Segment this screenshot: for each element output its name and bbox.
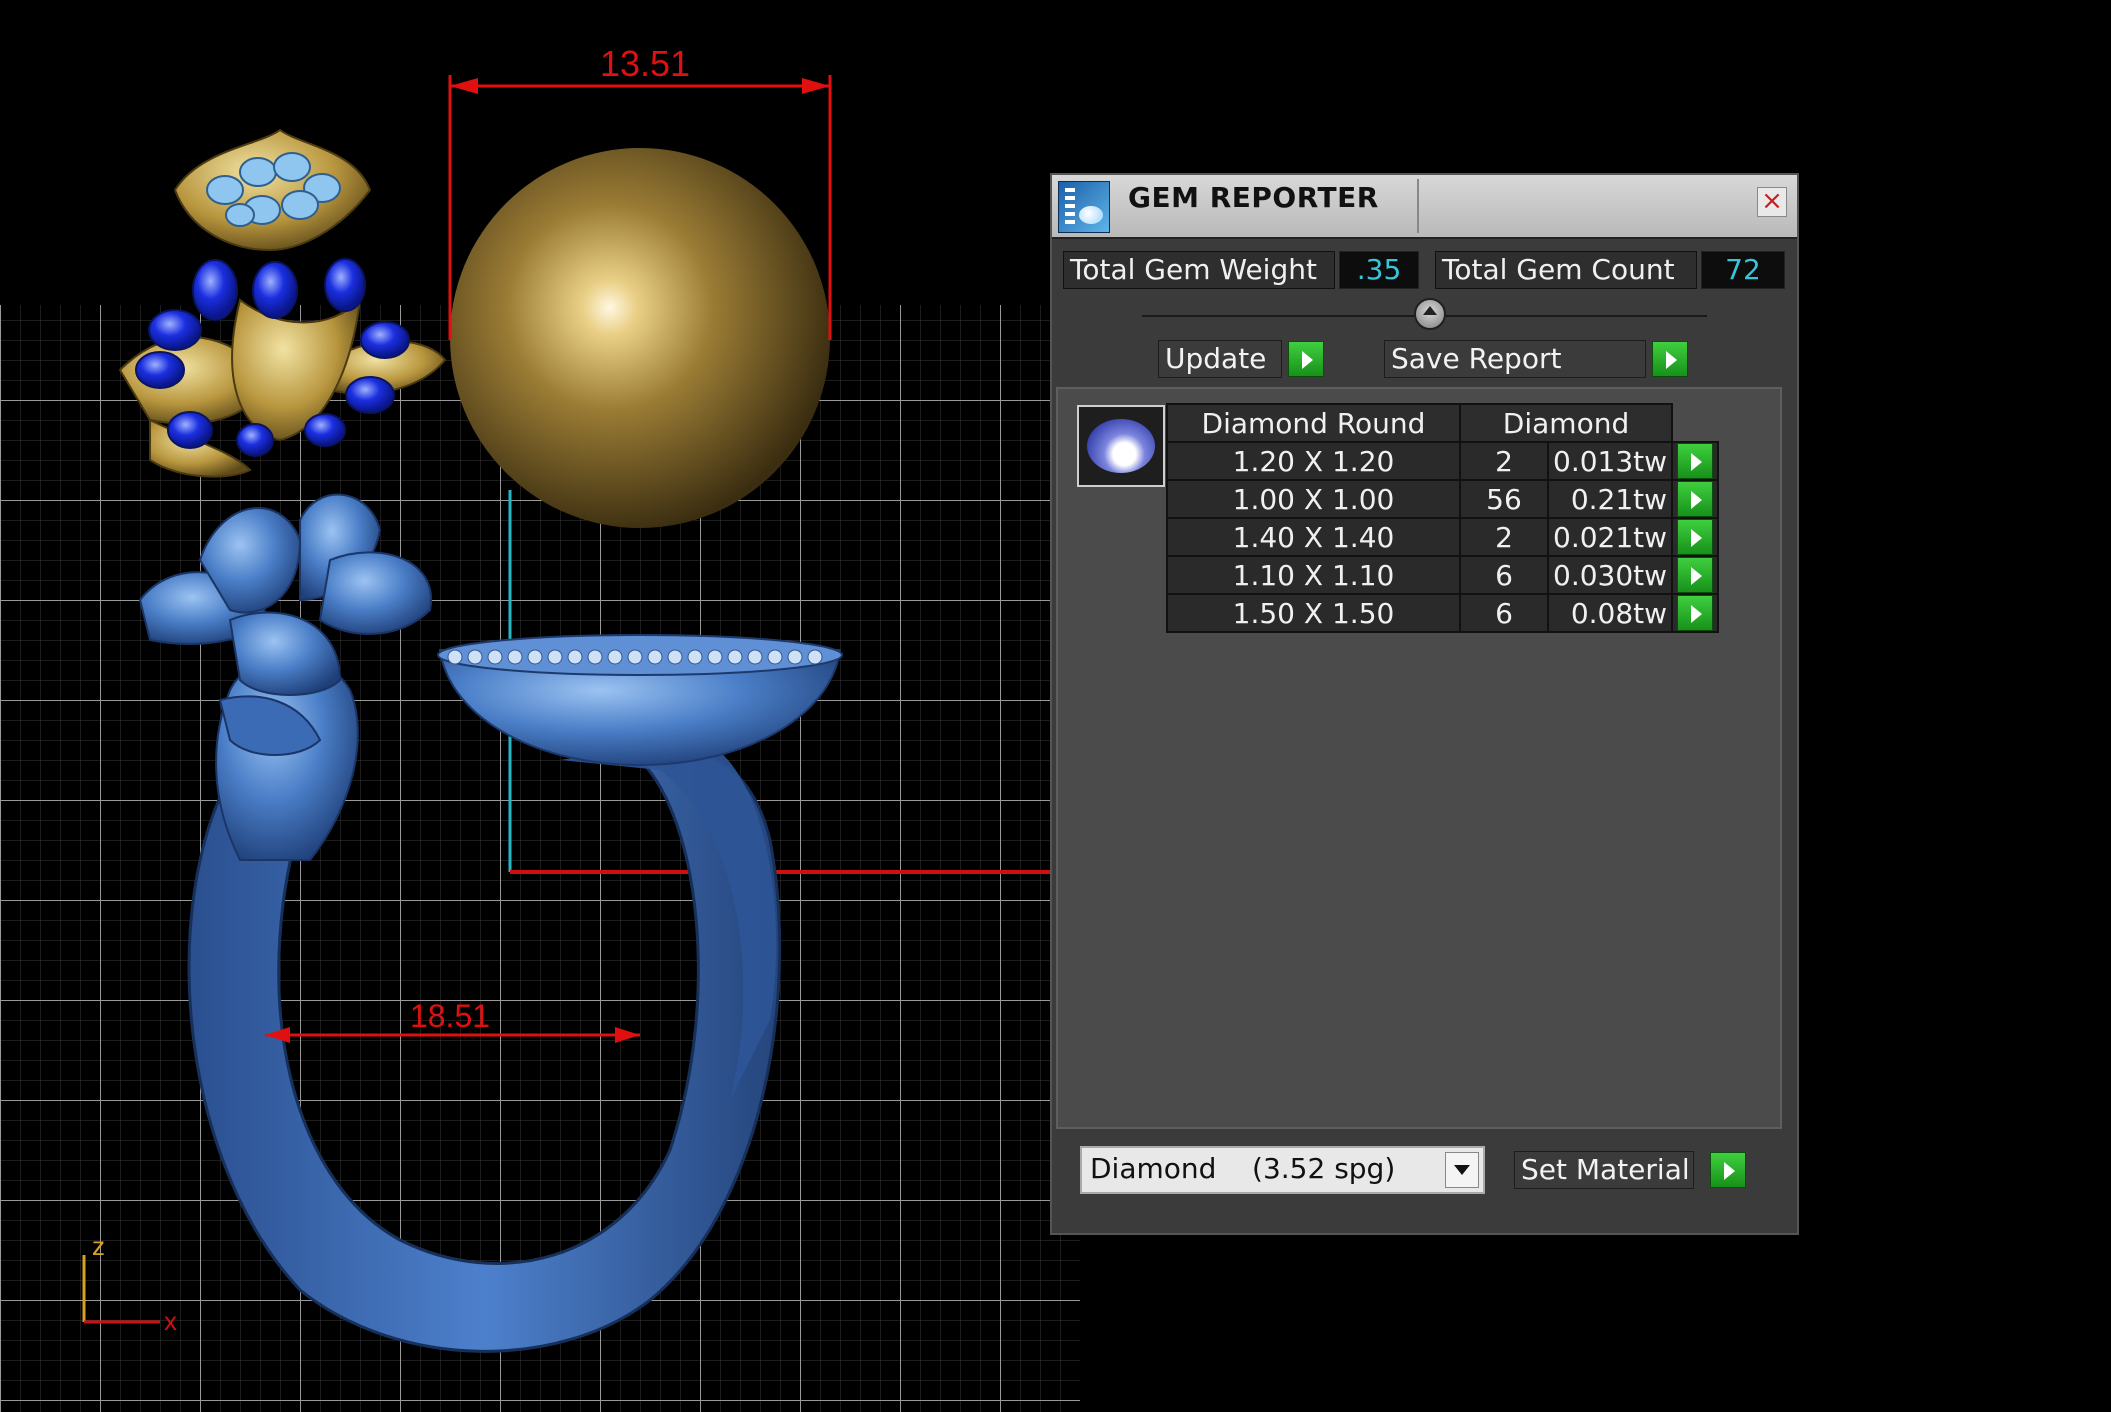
table-row: 1.00 X 1.00 56 0.21tw [1166,479,1720,519]
gem-table-header: Diamond Round Diamond [1166,403,1718,443]
row-go-button[interactable] [1677,595,1714,631]
row-weight: 0.21tw [1546,479,1674,519]
row-count: 6 [1459,593,1549,633]
gold-cluster[interactable] [173,128,372,252]
update-go-button[interactable] [1288,341,1324,377]
dimension-bottom-label: 18.51 [410,998,490,1034]
titlebar-separator [1417,179,1419,233]
total-gem-weight-value: .35 [1339,251,1419,289]
row-count: 2 [1459,517,1549,557]
row-go-button[interactable] [1677,443,1714,479]
row-weight: 0.030tw [1546,555,1674,595]
material-select[interactable]: Diamond (3.52 spg) [1080,1146,1485,1194]
row-count: 6 [1459,555,1549,595]
row-go-button[interactable] [1677,481,1714,517]
row-weight: 0.08tw [1546,593,1674,633]
row-count: 56 [1459,479,1549,519]
axis-x-label: x [164,1306,177,1336]
header-shape: Diamond Round [1166,403,1461,443]
table-row: 1.20 X 1.20 2 0.013tw [1166,441,1720,481]
header-material: Diamond [1458,403,1674,443]
row-size: 1.40 X 1.40 [1166,517,1461,557]
row-go-button[interactable] [1677,557,1714,593]
collapse-handle[interactable] [1414,298,1446,330]
gem-reporter-app-icon [1058,181,1110,233]
table-row: 1.50 X 1.50 6 0.08tw [1166,593,1720,633]
set-material-go-button[interactable] [1710,1152,1746,1188]
row-size: 1.00 X 1.00 [1166,479,1461,519]
update-button[interactable]: Update [1158,340,1282,378]
row-size: 1.20 X 1.20 [1166,441,1461,481]
row-weight: 0.021tw [1546,517,1674,557]
material-select-value: Diamond (3.52 spg) [1090,1152,1396,1185]
gem-thumbnail[interactable] [1077,405,1165,487]
round-gem-icon [1087,419,1155,473]
set-material-button[interactable]: Set Material [1514,1151,1694,1189]
gem-table: Diamond Round Diamond 1.20 X 1.20 2 0.01… [1166,403,1720,633]
row-weight: 0.013tw [1546,441,1674,481]
row-count: 2 [1459,441,1549,481]
panel-title: GEM REPORTER [1128,181,1379,214]
chevron-down-icon[interactable] [1445,1152,1479,1188]
close-button[interactable]: × [1757,187,1787,217]
axis-z-label: z [92,1231,105,1261]
row-size: 1.50 X 1.50 [1166,593,1461,633]
total-gem-count-value: 72 [1701,251,1785,289]
total-gem-count-label: Total Gem Count [1435,251,1697,289]
save-report-go-button[interactable] [1652,341,1688,377]
gem-report-area: Diamond Round Diamond 1.20 X 1.20 2 0.01… [1056,387,1782,1129]
row-size: 1.10 X 1.10 [1166,555,1461,595]
total-gem-weight-label: Total Gem Weight [1063,251,1335,289]
pearl-sphere[interactable] [450,148,830,528]
save-report-button[interactable]: Save Report [1384,340,1646,378]
table-row: 1.40 X 1.40 2 0.021tw [1166,517,1720,557]
row-go-button[interactable] [1677,519,1714,555]
dimension-top-label: 13.51 [600,43,690,84]
gem-reporter-panel: GEM REPORTER × Total Gem Weight .35 Tota… [1050,173,1799,1235]
table-row: 1.10 X 1.10 6 0.030tw [1166,555,1720,595]
panel-titlebar[interactable]: GEM REPORTER × [1052,175,1797,239]
